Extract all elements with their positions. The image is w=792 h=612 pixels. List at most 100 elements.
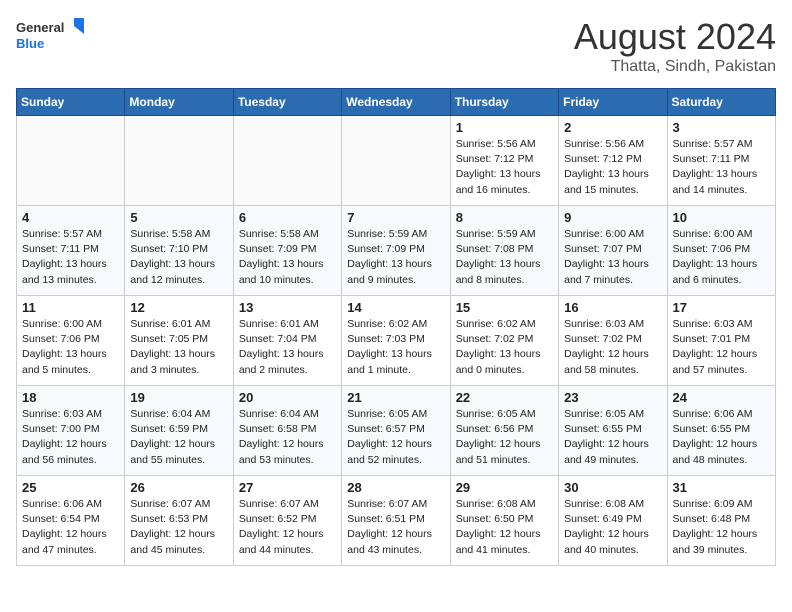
- day-number: 19: [130, 390, 227, 405]
- title-block: August 2024 Thatta, Sindh, Pakistan: [574, 16, 776, 76]
- calendar-cell: 23Sunrise: 6:05 AMSunset: 6:55 PMDayligh…: [559, 386, 667, 476]
- svg-text:Blue: Blue: [16, 36, 44, 51]
- calendar-cell: [342, 116, 450, 206]
- calendar-cell: 19 Sunrise: 6:04 AMSunset: 6:59 PMDayligh…: [125, 386, 233, 476]
- calendar-cell: 24 Sunrise: 6:06 AMSunset: 6:55 PMDayligh…: [667, 386, 775, 476]
- day-info: Sunrise: 6:05 AMSunset: 6:57 PMDaylight:…: [347, 407, 444, 468]
- day-info: Sunrise: 5:56 AMSunset: 7:12 PMDaylight:…: [456, 137, 553, 198]
- day-number: 28: [347, 480, 444, 495]
- page-header: General Blue August 2024 Thatta, Sindh, …: [16, 16, 776, 76]
- day-info: Sunrise: 5:59 AMSunset: 7:09 PMDaylight:…: [347, 227, 444, 288]
- day-number: 17: [673, 300, 770, 315]
- day-number: 3: [673, 120, 770, 135]
- calendar-cell: 26Sunrise: 6:07 AMSunset: 6:53 PMDayligh…: [125, 476, 233, 566]
- weekday-header-thursday: Thursday: [450, 89, 558, 116]
- calendar-week-5: 25Sunrise: 6:06 AMSunset: 6:54 PMDayligh…: [17, 476, 776, 566]
- calendar-cell: [233, 116, 341, 206]
- calendar-cell: 28Sunrise: 6:07 AMSunset: 6:51 PMDayligh…: [342, 476, 450, 566]
- day-info: Sunrise: 5:58 AMSunset: 7:09 PMDaylight:…: [239, 227, 336, 288]
- calendar-week-2: 4 Sunrise: 5:57 AMSunset: 7:11 PMDaylight…: [17, 206, 776, 296]
- day-info: Sunrise: 6:04 AMSunset: 6:59 PMDaylight:…: [130, 407, 227, 468]
- calendar-table: SundayMondayTuesdayWednesdayThursdayFrid…: [16, 88, 776, 566]
- calendar-cell: 27Sunrise: 6:07 AMSunset: 6:52 PMDayligh…: [233, 476, 341, 566]
- day-number: 6: [239, 210, 336, 225]
- calendar-cell: 13 Sunrise: 6:01 AMSunset: 7:04 PMDayligh…: [233, 296, 341, 386]
- calendar-week-1: 1 Sunrise: 5:56 AMSunset: 7:12 PMDaylight…: [17, 116, 776, 206]
- day-info: Sunrise: 5:57 AMSunset: 7:11 PMDaylight:…: [22, 227, 119, 288]
- day-number: 8: [456, 210, 553, 225]
- calendar-cell: 5Sunrise: 5:58 AMSunset: 7:10 PMDaylight…: [125, 206, 233, 296]
- day-number: 7: [347, 210, 444, 225]
- day-number: 1: [456, 120, 553, 135]
- day-number: 16: [564, 300, 661, 315]
- weekday-header-friday: Friday: [559, 89, 667, 116]
- calendar-cell: 31Sunrise: 6:09 AMSunset: 6:48 PMDayligh…: [667, 476, 775, 566]
- calendar-cell: 12Sunrise: 6:01 AMSunset: 7:05 PMDayligh…: [125, 296, 233, 386]
- calendar-cell: 22 Sunrise: 6:05 AMSunset: 6:56 PMDayligh…: [450, 386, 558, 476]
- calendar-cell: 20 Sunrise: 6:04 AMSunset: 6:58 PMDayligh…: [233, 386, 341, 476]
- day-info: Sunrise: 6:00 AMSunset: 7:06 PMDaylight:…: [673, 227, 770, 288]
- calendar-cell: 8 Sunrise: 5:59 AMSunset: 7:08 PMDaylight…: [450, 206, 558, 296]
- day-info: Sunrise: 6:09 AMSunset: 6:48 PMDaylight:…: [673, 497, 770, 558]
- day-info: Sunrise: 6:06 AMSunset: 6:55 PMDaylight:…: [673, 407, 770, 468]
- day-number: 26: [130, 480, 227, 495]
- day-info: Sunrise: 6:03 AMSunset: 7:02 PMDaylight:…: [564, 317, 661, 378]
- calendar-cell: 1 Sunrise: 5:56 AMSunset: 7:12 PMDaylight…: [450, 116, 558, 206]
- day-info: Sunrise: 6:02 AMSunset: 7:02 PMDaylight:…: [456, 317, 553, 378]
- day-info: Sunrise: 6:00 AMSunset: 7:07 PMDaylight:…: [564, 227, 661, 288]
- weekday-header-saturday: Saturday: [667, 89, 775, 116]
- calendar-cell: 9 Sunrise: 6:00 AMSunset: 7:07 PMDaylight…: [559, 206, 667, 296]
- calendar-cell: 10 Sunrise: 6:00 AMSunset: 7:06 PMDayligh…: [667, 206, 775, 296]
- day-info: Sunrise: 6:03 AMSunset: 7:00 PMDaylight:…: [22, 407, 119, 468]
- calendar-cell: 18 Sunrise: 6:03 AMSunset: 7:00 PMDayligh…: [17, 386, 125, 476]
- location-subtitle: Thatta, Sindh, Pakistan: [574, 58, 776, 76]
- day-number: 21: [347, 390, 444, 405]
- day-info: Sunrise: 5:57 AMSunset: 7:11 PMDaylight:…: [673, 137, 770, 198]
- day-info: Sunrise: 6:01 AMSunset: 7:04 PMDaylight:…: [239, 317, 336, 378]
- day-info: Sunrise: 5:56 AMSunset: 7:12 PMDaylight:…: [564, 137, 661, 198]
- day-number: 22: [456, 390, 553, 405]
- day-info: Sunrise: 6:05 AMSunset: 6:55 PMDaylight:…: [564, 407, 661, 468]
- day-info: Sunrise: 5:59 AMSunset: 7:08 PMDaylight:…: [456, 227, 553, 288]
- day-info: Sunrise: 6:01 AMSunset: 7:05 PMDaylight:…: [130, 317, 227, 378]
- calendar-cell: 25Sunrise: 6:06 AMSunset: 6:54 PMDayligh…: [17, 476, 125, 566]
- day-number: 24: [673, 390, 770, 405]
- day-number: 9: [564, 210, 661, 225]
- weekday-header-tuesday: Tuesday: [233, 89, 341, 116]
- calendar-cell: 29Sunrise: 6:08 AMSunset: 6:50 PMDayligh…: [450, 476, 558, 566]
- day-number: 30: [564, 480, 661, 495]
- day-number: 20: [239, 390, 336, 405]
- calendar-cell: 4 Sunrise: 5:57 AMSunset: 7:11 PMDaylight…: [17, 206, 125, 296]
- weekday-header-sunday: Sunday: [17, 89, 125, 116]
- calendar-cell: 17 Sunrise: 6:03 AMSunset: 7:01 PMDayligh…: [667, 296, 775, 386]
- calendar-cell: 15 Sunrise: 6:02 AMSunset: 7:02 PMDayligh…: [450, 296, 558, 386]
- day-info: Sunrise: 6:05 AMSunset: 6:56 PMDaylight:…: [456, 407, 553, 468]
- day-info: Sunrise: 5:58 AMSunset: 7:10 PMDaylight:…: [130, 227, 227, 288]
- weekday-header-row: SundayMondayTuesdayWednesdayThursdayFrid…: [17, 89, 776, 116]
- day-info: Sunrise: 6:04 AMSunset: 6:58 PMDaylight:…: [239, 407, 336, 468]
- logo: General Blue: [16, 16, 86, 58]
- day-number: 15: [456, 300, 553, 315]
- calendar-cell: 6 Sunrise: 5:58 AMSunset: 7:09 PMDaylight…: [233, 206, 341, 296]
- day-number: 25: [22, 480, 119, 495]
- calendar-week-3: 11Sunrise: 6:00 AMSunset: 7:06 PMDayligh…: [17, 296, 776, 386]
- svg-text:General: General: [16, 20, 64, 35]
- day-info: Sunrise: 6:02 AMSunset: 7:03 PMDaylight:…: [347, 317, 444, 378]
- day-number: 4: [22, 210, 119, 225]
- month-year-title: August 2024: [574, 16, 776, 58]
- day-number: 10: [673, 210, 770, 225]
- calendar-cell: 14 Sunrise: 6:02 AMSunset: 7:03 PMDayligh…: [342, 296, 450, 386]
- day-number: 13: [239, 300, 336, 315]
- calendar-cell: 3 Sunrise: 5:57 AMSunset: 7:11 PMDaylight…: [667, 116, 775, 206]
- day-number: 14: [347, 300, 444, 315]
- day-number: 11: [22, 300, 119, 315]
- day-number: 18: [22, 390, 119, 405]
- day-info: Sunrise: 6:07 AMSunset: 6:52 PMDaylight:…: [239, 497, 336, 558]
- logo-svg: General Blue: [16, 16, 86, 58]
- calendar-cell: 11Sunrise: 6:00 AMSunset: 7:06 PMDayligh…: [17, 296, 125, 386]
- day-info: Sunrise: 6:03 AMSunset: 7:01 PMDaylight:…: [673, 317, 770, 378]
- calendar-cell: 30Sunrise: 6:08 AMSunset: 6:49 PMDayligh…: [559, 476, 667, 566]
- day-number: 2: [564, 120, 661, 135]
- calendar-cell: 7 Sunrise: 5:59 AMSunset: 7:09 PMDaylight…: [342, 206, 450, 296]
- calendar-week-4: 18 Sunrise: 6:03 AMSunset: 7:00 PMDayligh…: [17, 386, 776, 476]
